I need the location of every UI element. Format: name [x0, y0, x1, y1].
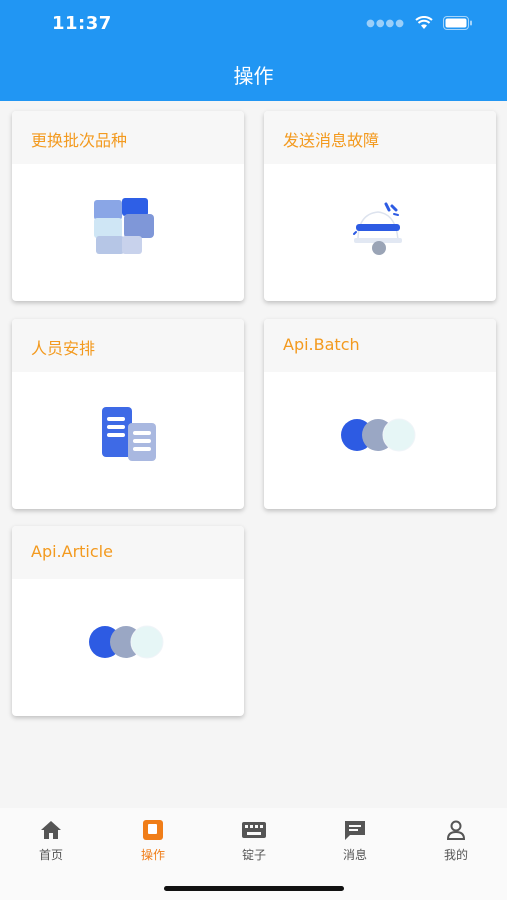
- tab-mine[interactable]: 我的: [416, 818, 496, 863]
- tab-label: 消息: [342, 848, 367, 862]
- tab-home[interactable]: 首页: [11, 818, 91, 863]
- tab-label: 首页: [38, 848, 63, 862]
- circles-icon: [340, 415, 420, 459]
- card-change-batch[interactable]: 更换批次品种: [12, 111, 244, 301]
- card-title: Api.Article: [31, 542, 113, 561]
- wifi-icon: [415, 16, 433, 29]
- operation-icon: [142, 818, 164, 842]
- keyboard-icon: [241, 818, 267, 842]
- home-icon: [39, 818, 63, 842]
- card-title: 人员安排: [31, 339, 96, 358]
- battery-icon: [443, 16, 472, 30]
- tab-spindle[interactable]: 锭子: [214, 818, 294, 863]
- card-send-message-fault[interactable]: 发送消息故障: [264, 111, 496, 301]
- card-api-batch[interactable]: Api.Batch: [264, 319, 496, 509]
- person-icon: [445, 818, 467, 842]
- page-title: 操作: [233, 64, 274, 88]
- card-title: Api.Batch: [283, 335, 360, 354]
- card-title: 更换批次品种: [31, 131, 128, 150]
- status-indicators: ●●●●: [366, 16, 473, 30]
- home-indicator[interactable]: [164, 886, 344, 891]
- tab-label: 操作: [140, 848, 165, 862]
- app-header: 11:37 ●●●● 操作: [0, 0, 507, 101]
- card-api-article[interactable]: Api.Article: [12, 526, 244, 716]
- tab-label: 锭子: [241, 848, 266, 862]
- bell-icon: [348, 196, 412, 262]
- card-title: 发送消息故障: [283, 131, 380, 150]
- card-staff-arrangement[interactable]: 人员安排: [12, 319, 244, 509]
- signal-dots-icon: ●●●●: [366, 17, 405, 29]
- status-time: 11:37: [52, 13, 112, 34]
- tab-operation[interactable]: 操作: [113, 818, 193, 863]
- documents-icon: [96, 403, 160, 471]
- tab-messages[interactable]: 消息: [315, 818, 395, 863]
- tab-label: 我的: [443, 848, 468, 862]
- message-icon: [343, 818, 367, 842]
- circles-icon: [88, 622, 168, 666]
- cubes-icon: [88, 194, 168, 264]
